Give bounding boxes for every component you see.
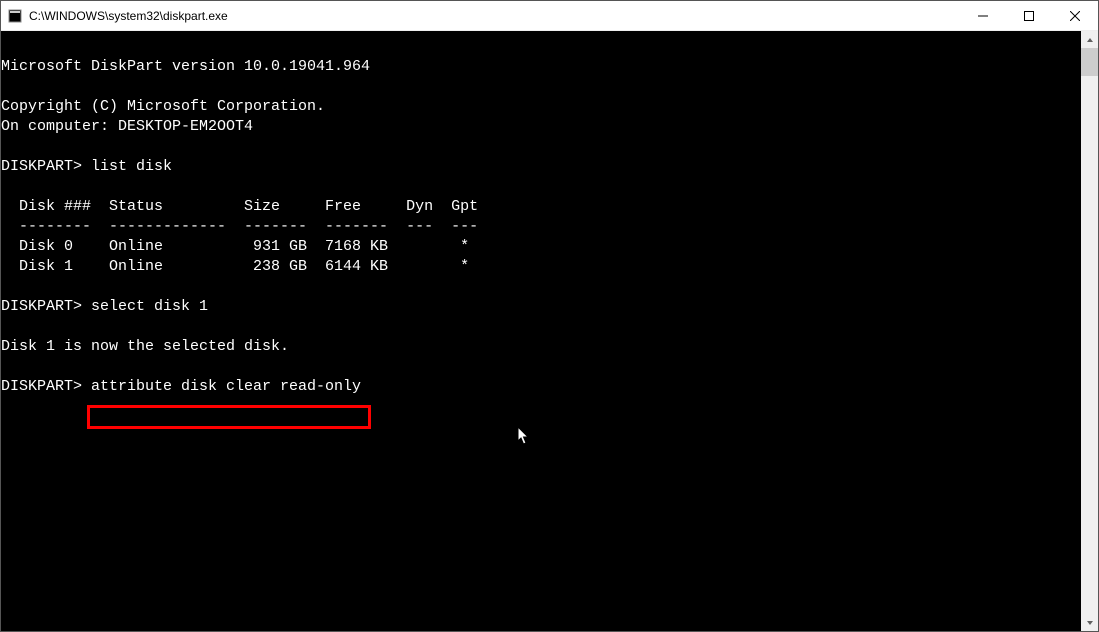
app-window: C:\WINDOWS\system32\diskpart.exe Microso…: [0, 0, 1099, 632]
terminal-line: On computer: DESKTOP-EM2OOT4: [1, 118, 253, 135]
app-icon: [7, 8, 23, 24]
scroll-thumb[interactable]: [1081, 48, 1098, 76]
terminal-line: Microsoft DiskPart version 10.0.19041.96…: [1, 58, 370, 75]
maximize-button[interactable]: [1006, 1, 1052, 31]
current-command: attribute disk clear read-only: [91, 378, 361, 395]
terminal-line: Copyright (C) Microsoft Corporation.: [1, 98, 325, 115]
window-title: C:\WINDOWS\system32\diskpart.exe: [29, 9, 228, 23]
content-area: Microsoft DiskPart version 10.0.19041.96…: [1, 31, 1098, 631]
vertical-scrollbar[interactable]: [1081, 31, 1098, 631]
terminal[interactable]: Microsoft DiskPart version 10.0.19041.96…: [1, 31, 1081, 631]
scroll-down-button[interactable]: [1081, 614, 1098, 631]
terminal-line: DISKPART> select disk 1: [1, 298, 208, 315]
terminal-line: Disk 1 is now the selected disk.: [1, 338, 289, 355]
terminal-line: Disk 0 Online 931 GB 7168 KB *: [1, 238, 469, 255]
scroll-up-button[interactable]: [1081, 31, 1098, 48]
close-button[interactable]: [1052, 1, 1098, 31]
terminal-line: Disk 1 Online 238 GB 6144 KB *: [1, 258, 469, 275]
minimize-button[interactable]: [960, 1, 1006, 31]
terminal-line: Disk ### Status Size Free Dyn Gpt: [1, 198, 478, 215]
terminal-line: DISKPART> list disk: [1, 158, 172, 175]
titlebar[interactable]: C:\WINDOWS\system32\diskpart.exe: [1, 1, 1098, 31]
prompt: DISKPART>: [1, 378, 91, 395]
terminal-line: -------- ------------- ------- ------- -…: [1, 218, 478, 235]
